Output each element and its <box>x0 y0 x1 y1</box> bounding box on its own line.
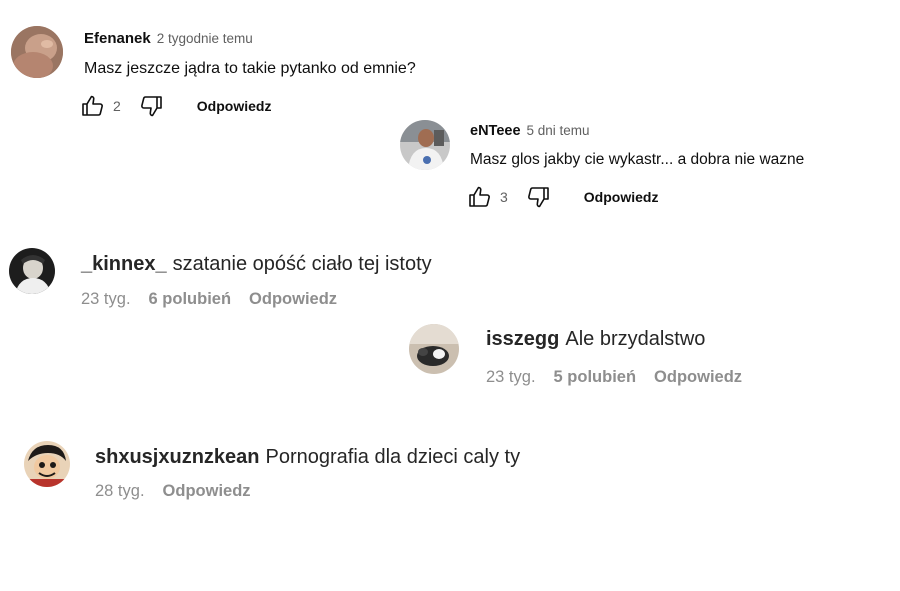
comment-author[interactable]: eNTeee 5 dni temu <box>470 123 590 139</box>
comment-actions: 2 Odpowiedz <box>81 94 271 118</box>
thumb-down-icon <box>527 187 549 208</box>
thumb-down-icon <box>140 96 162 117</box>
like-button[interactable]: 3 <box>468 185 508 209</box>
comment-meta: 23 tyg. 5 polubień Odpowiedz <box>486 368 742 387</box>
comment-timestamp[interactable]: 2 tygodnie temu <box>157 31 253 46</box>
comment-timestamp[interactable]: 5 dni temu <box>527 123 590 138</box>
comment-text: Masz glos jakby cie wykastr... a dobra n… <box>470 151 805 168</box>
like-button[interactable]: 2 <box>81 94 121 118</box>
avatar-image <box>409 324 459 374</box>
avatar[interactable] <box>24 441 70 487</box>
dislike-button[interactable] <box>526 185 550 209</box>
avatar-image <box>11 26 63 78</box>
comment-username[interactable]: isszegg <box>486 328 559 350</box>
comment-age[interactable]: 23 tyg. <box>486 368 536 387</box>
comment-text: szatanie opóść ciało tej istoty <box>172 253 432 275</box>
comment-username[interactable]: _kinnex_ <box>81 253 167 275</box>
comment-text: Pornografia dla dzieci caly ty <box>265 446 521 468</box>
avatar-image <box>9 248 55 294</box>
thumb-up-icon <box>82 95 103 116</box>
reply-button[interactable]: Odpowiedz <box>197 98 272 114</box>
comment-meta: 28 tyg. Odpowiedz <box>95 482 251 501</box>
comment-username[interactable]: shxusjxuznzkean <box>95 446 260 468</box>
reply-button[interactable]: Odpowiedz <box>249 290 337 309</box>
like-count: 3 <box>500 189 508 205</box>
avatar-image <box>24 441 70 487</box>
reply-button[interactable]: Odpowiedz <box>654 368 742 387</box>
avatar[interactable] <box>400 120 450 170</box>
avatar[interactable] <box>11 26 63 78</box>
avatar[interactable] <box>409 324 459 374</box>
like-count: 2 <box>113 98 121 114</box>
comment-text: Ale brzydalstwo <box>565 328 706 350</box>
comment-text: Masz jeszcze jądra to takie pytanko od e… <box>84 60 416 77</box>
like-count-link[interactable]: 5 polubień <box>554 368 637 387</box>
comment-text-line: shxusjxuznzkean Pornografia dla dzieci ca… <box>95 446 520 469</box>
comment-age[interactable]: 28 tyg. <box>95 482 145 501</box>
like-count-link[interactable]: 6 polubień <box>149 290 232 309</box>
avatar-image <box>400 120 450 170</box>
thumb-up-icon <box>469 186 490 207</box>
comment-text-line: _kinnex_ szatanie opóść ciało tej istoty <box>81 253 432 276</box>
reply-button[interactable]: Odpowiedz <box>584 189 659 205</box>
comment-author[interactable]: Efenanek 2 tygodnie temu <box>84 30 253 47</box>
dislike-button[interactable] <box>139 94 163 118</box>
comment-text-line: isszegg Ale brzydalstwo <box>486 328 705 351</box>
comment-meta: 23 tyg. 6 polubień Odpowiedz <box>81 290 337 309</box>
reply-button[interactable]: Odpowiedz <box>163 482 251 501</box>
avatar[interactable] <box>9 248 55 294</box>
comment-actions: 3 Odpowiedz <box>468 185 658 209</box>
comment-age[interactable]: 23 tyg. <box>81 290 131 309</box>
